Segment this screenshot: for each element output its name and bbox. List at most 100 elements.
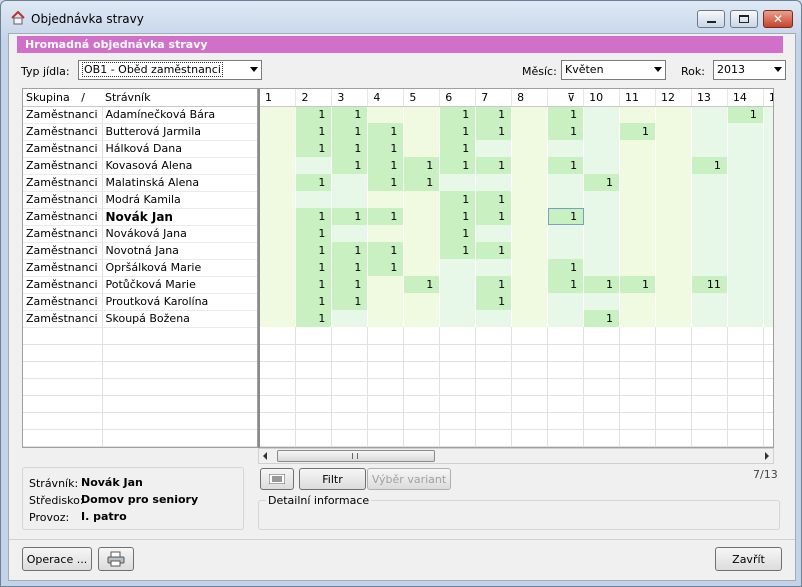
table-row[interactable]: Zaměstnanci Skoupá Božena <box>23 310 257 328</box>
list-view-button[interactable] <box>260 468 294 490</box>
table-row[interactable]: Zaměstnanci Potůčková Marie <box>23 276 257 294</box>
day-cell[interactable] <box>367 106 405 123</box>
day-cell[interactable]: 1 <box>439 157 477 174</box>
day-cell[interactable]: 1 <box>439 140 477 157</box>
day-cell[interactable] <box>763 259 773 276</box>
day-row[interactable]: 11 <box>260 225 773 242</box>
day-cell[interactable]: 1 <box>295 123 333 140</box>
day-cell[interactable] <box>403 106 441 123</box>
day-row[interactable]: 1111 <box>260 140 773 157</box>
day-cell[interactable] <box>691 106 728 123</box>
day-cell[interactable] <box>763 140 773 157</box>
day-cell[interactable]: 1 <box>547 208 585 225</box>
day-cell[interactable]: 1 <box>295 293 333 310</box>
day-cell[interactable] <box>439 293 477 310</box>
day-cell[interactable] <box>583 242 621 259</box>
day-cell[interactable] <box>727 208 764 225</box>
day-cell[interactable]: 1 <box>331 208 369 225</box>
day-cell[interactable] <box>763 310 773 327</box>
day-cell[interactable]: 1 <box>439 208 477 225</box>
day-row[interactable]: 11 <box>260 191 773 208</box>
day-cell[interactable]: 1 <box>331 242 369 259</box>
day-cell[interactable]: 1 <box>331 123 369 140</box>
day-cell[interactable]: 1 <box>475 208 513 225</box>
day-cell[interactable] <box>511 276 549 293</box>
day-cell[interactable] <box>583 123 621 140</box>
day-row[interactable]: 1111 <box>260 174 773 191</box>
day-cell[interactable] <box>727 242 764 259</box>
day-cell[interactable]: 1 <box>475 123 513 140</box>
day-cell[interactable] <box>691 225 728 242</box>
day-cell[interactable]: 1 <box>367 242 405 259</box>
day-cell[interactable] <box>727 276 764 293</box>
day-cell[interactable]: 1 <box>331 157 369 174</box>
table-row[interactable]: Zaměstnanci Proutková Karolína <box>23 293 257 311</box>
day-header-12[interactable]: 12 <box>655 89 692 107</box>
day-row[interactable]: 111111 <box>260 106 773 123</box>
day-cell[interactable] <box>583 191 621 208</box>
day-header-1[interactable]: 1 <box>260 89 297 107</box>
day-header-5[interactable]: 5 <box>403 89 441 107</box>
day-cell[interactable]: 1 <box>475 106 513 123</box>
close-button[interactable]: Zavřít <box>715 547 782 571</box>
day-cell[interactable] <box>727 225 764 242</box>
day-cell[interactable] <box>619 140 656 157</box>
day-cell[interactable] <box>403 293 441 310</box>
maximize-button[interactable] <box>730 10 758 28</box>
day-cell[interactable] <box>511 191 549 208</box>
day-row[interactable]: 1 1 1 1 1 1 1 11 <box>260 276 773 293</box>
day-cell[interactable] <box>583 157 621 174</box>
day-cell[interactable] <box>511 310 549 327</box>
day-cell[interactable] <box>655 259 692 276</box>
day-cell[interactable] <box>367 225 405 242</box>
day-cell[interactable] <box>655 191 692 208</box>
day-cell[interactable] <box>403 208 441 225</box>
day-cell[interactable] <box>619 106 656 123</box>
day-row[interactable]: 111 <box>260 293 773 310</box>
day-cell[interactable]: 1 <box>583 276 621 293</box>
day-cell[interactable]: 1 <box>295 259 333 276</box>
day-cell[interactable] <box>763 106 773 123</box>
day-cell[interactable] <box>439 259 477 276</box>
day-cell[interactable] <box>475 225 513 242</box>
day-cell[interactable] <box>619 174 656 191</box>
day-cell[interactable] <box>403 259 441 276</box>
day-cell[interactable]: 1 <box>439 242 477 259</box>
day-cell[interactable]: 1 <box>295 276 333 293</box>
day-cell[interactable] <box>403 191 441 208</box>
day-cell[interactable] <box>260 157 297 174</box>
day-cell[interactable] <box>439 174 477 191</box>
day-cell[interactable]: 1 <box>475 242 513 259</box>
day-cell[interactable] <box>583 293 621 310</box>
filter-button[interactable]: Filtr <box>299 468 366 490</box>
day-cell[interactable] <box>511 225 549 242</box>
day-cell[interactable] <box>331 225 369 242</box>
year-select[interactable]: 2013 <box>713 60 786 80</box>
table-row[interactable]: Zaměstnanci Kovasová Alena <box>23 157 257 175</box>
day-cell[interactable]: 1 <box>367 259 405 276</box>
day-cell[interactable] <box>403 140 441 157</box>
day-cell[interactable] <box>260 123 297 140</box>
day-cell[interactable] <box>260 310 297 327</box>
day-cell[interactable] <box>763 191 773 208</box>
day-cell[interactable] <box>295 157 333 174</box>
day-cell[interactable] <box>511 259 549 276</box>
day-cell[interactable] <box>583 106 621 123</box>
day-header-6[interactable]: 6 <box>439 89 477 107</box>
horizontal-scrollbar[interactable] <box>258 448 774 464</box>
day-cell[interactable] <box>619 208 656 225</box>
day-cell[interactable]: 1 <box>367 123 405 140</box>
day-cell[interactable]: 1 <box>547 276 585 293</box>
day-cell[interactable]: 1 <box>619 276 656 293</box>
day-header-14[interactable]: 14 <box>727 89 764 107</box>
day-cell[interactable]: 1 <box>295 225 333 242</box>
day-cell[interactable] <box>691 310 728 327</box>
minimize-button[interactable] <box>697 10 725 28</box>
day-cell[interactable] <box>691 259 728 276</box>
day-cell[interactable] <box>511 123 549 140</box>
day-header-11[interactable]: 11 <box>619 89 656 107</box>
day-cell[interactable] <box>475 310 513 327</box>
day-cell[interactable]: 1 <box>295 140 333 157</box>
day-cell[interactable]: 1 <box>403 276 441 293</box>
day-cell[interactable]: 1 <box>331 259 369 276</box>
